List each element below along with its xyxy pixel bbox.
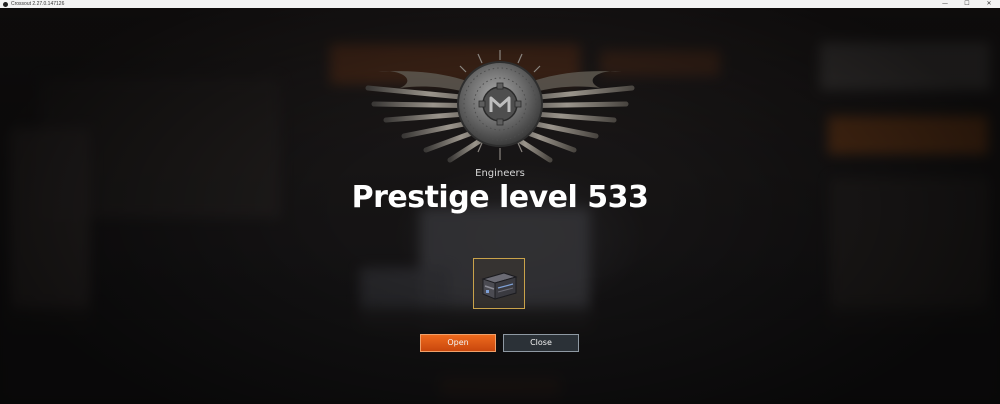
game-window: Crossout 2.27.0.147126 — ☐ ✕ Engineers P… — [0, 0, 1000, 404]
engineers-prestige-emblem-icon — [365, 50, 635, 163]
minimize-button[interactable]: — — [934, 0, 956, 8]
crossout-app-icon — [3, 1, 8, 7]
container-crate-icon — [481, 272, 518, 300]
faction-label: Engineers — [475, 168, 525, 179]
close-window-button[interactable]: ✕ — [978, 0, 1000, 8]
maximize-button[interactable]: ☐ — [956, 0, 978, 8]
prestige-level-title: Prestige level 533 — [351, 180, 649, 215]
window-titlebar[interactable]: Crossout 2.27.0.147126 — ☐ ✕ — [0, 0, 1000, 8]
open-button[interactable]: Open — [420, 334, 496, 352]
window-controls: — ☐ ✕ — [934, 0, 1000, 8]
window-title: Crossout 2.27.0.147126 — [11, 1, 65, 7]
reward-item-tile[interactable] — [473, 258, 525, 309]
close-button[interactable]: Close — [503, 334, 579, 352]
